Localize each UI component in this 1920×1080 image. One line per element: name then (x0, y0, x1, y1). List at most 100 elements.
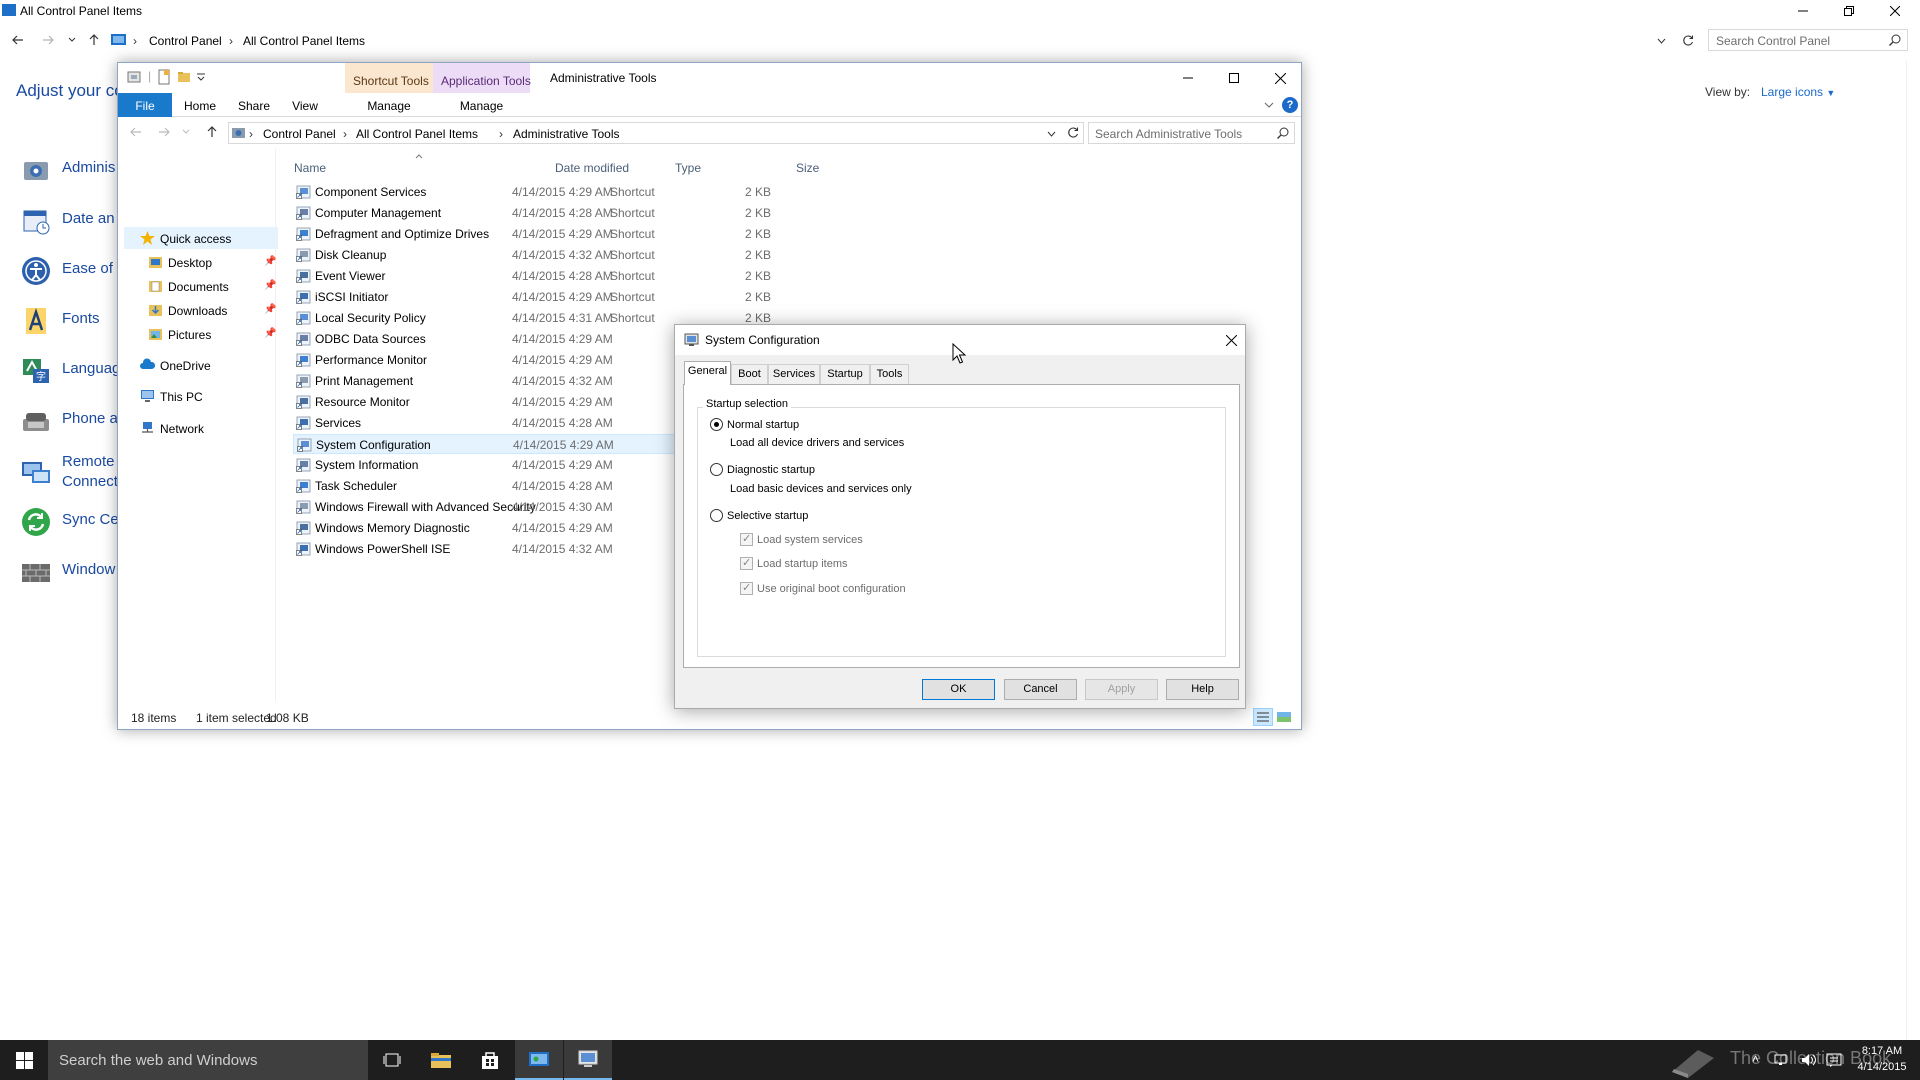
diagnostic-startup-radio[interactable] (710, 463, 723, 476)
nav-desktop[interactable]: Desktop 📌 (148, 253, 276, 273)
chevron-down-icon[interactable] (1657, 37, 1666, 45)
breadcrumb-all-items[interactable]: All Control Panel Items (356, 127, 478, 141)
explorer-maximize-button[interactable] (1211, 63, 1257, 93)
pin-icon[interactable]: 📌 (264, 328, 276, 339)
restore-button[interactable] (1826, 0, 1872, 22)
nav-quick-access[interactable]: Quick access (122, 227, 278, 249)
taskbar-file-explorer[interactable] (417, 1040, 465, 1080)
tab-startup[interactable]: Startup (820, 364, 870, 384)
refresh-icon[interactable] (1682, 35, 1694, 47)
nav-this-pc[interactable]: This PC (140, 387, 276, 407)
use-original-boot-config-checkbox[interactable] (740, 581, 753, 595)
task-view-button[interactable] (368, 1040, 416, 1080)
tab-shortcut-tools[interactable]: Shortcut Tools (345, 63, 433, 93)
selective-startup-label[interactable]: Selective startup (727, 510, 808, 522)
file-row[interactable]: Defragment and Optimize Drives 4/14/2015 … (293, 224, 793, 244)
file-row[interactable]: Computer Management 4/14/2015 4:28 AM Shor… (293, 203, 793, 223)
column-header-date-modified[interactable]: Date modified (555, 161, 629, 175)
load-startup-items-checkbox[interactable] (740, 556, 753, 570)
breadcrumb-all-items[interactable]: All Control Panel Items (243, 34, 365, 48)
nav-pictures[interactable]: Pictures 📌 (148, 325, 276, 345)
forward-button[interactable] (38, 30, 58, 50)
column-header-name[interactable]: Name (294, 161, 326, 175)
control-panel-address-bar[interactable]: › Control Panel › All Control Panel Item… (108, 29, 1694, 51)
explorer-close-button[interactable] (1257, 63, 1303, 93)
taskbar-clock[interactable]: 8:17 AM 4/14/2015 (1850, 1043, 1914, 1075)
file-date: 4/14/2015 4:29 AM (512, 458, 613, 472)
ok-button[interactable]: OK (922, 679, 995, 700)
action-center-icon[interactable] (1826, 1052, 1842, 1068)
column-header-type[interactable]: Type (675, 161, 701, 175)
pin-icon[interactable]: 📌 (264, 280, 276, 291)
taskbar-control-panel[interactable] (515, 1040, 563, 1080)
taskbar-store[interactable] (466, 1040, 514, 1080)
taskbar-system-configuration[interactable] (564, 1040, 612, 1080)
normal-startup-label[interactable]: Normal startup (727, 419, 799, 431)
selective-startup-radio[interactable] (710, 509, 723, 522)
explorer-search-input[interactable]: Search Administrative Tools (1088, 122, 1295, 144)
nav-onedrive[interactable]: OneDrive (140, 356, 276, 376)
taskbar-search-box[interactable]: Search the web and Windows (48, 1040, 368, 1080)
normal-startup-radio[interactable] (710, 418, 723, 431)
help-button[interactable]: Help (1166, 679, 1239, 700)
file-row[interactable]: Disk Cleanup 4/14/2015 4:32 AM Shortcut 2 K… (293, 245, 793, 265)
new-document-icon[interactable] (156, 69, 172, 85)
explorer-up-button[interactable] (202, 122, 222, 142)
network-status-icon[interactable] (1774, 1053, 1790, 1067)
large-icons-view-icon[interactable] (1277, 710, 1291, 724)
new-folder-icon[interactable] (176, 69, 192, 85)
start-button[interactable] (0, 1040, 48, 1080)
cancel-button[interactable]: Cancel (1004, 679, 1077, 700)
breadcrumb-control-panel[interactable]: Control Panel (149, 34, 222, 48)
file-row[interactable]: Event Viewer 4/14/2015 4:28 AM Shortcut 2 K… (293, 266, 793, 286)
tab-view[interactable]: View (280, 93, 330, 117)
tab-application-tools[interactable]: Application Tools (433, 63, 531, 93)
explorer-minimize-button[interactable] (1165, 63, 1211, 93)
tab-home[interactable]: Home (172, 93, 228, 117)
nav-network[interactable]: Network (140, 419, 276, 439)
diagnostic-startup-label[interactable]: Diagnostic startup (727, 464, 815, 476)
tab-boot[interactable]: Boot (731, 364, 768, 384)
tab-share[interactable]: Share (228, 93, 280, 117)
breadcrumb-administrative-tools[interactable]: Administrative Tools (513, 127, 620, 141)
tab-manage-application[interactable]: Manage (433, 93, 530, 117)
refresh-icon[interactable] (1067, 127, 1079, 139)
details-view-icon[interactable] (1253, 708, 1273, 726)
tab-services[interactable]: Services (768, 364, 820, 384)
chevron-down-icon[interactable] (1047, 130, 1056, 138)
column-header-size[interactable]: Size (796, 161, 819, 175)
recent-locations-button[interactable] (62, 30, 82, 50)
view-by-dropdown[interactable]: Large icons ▼ (1761, 85, 1835, 99)
breadcrumb-control-panel[interactable]: Control Panel (263, 127, 336, 141)
nav-downloads[interactable]: Downloads 📌 (148, 301, 276, 321)
file-row[interactable]: Component Services 4/14/2015 4:29 AM Short… (293, 182, 793, 202)
tab-general[interactable]: General (684, 361, 731, 385)
pin-icon[interactable]: 📌 (264, 256, 276, 267)
customize-toolbar-icon[interactable] (196, 72, 206, 82)
load-system-services-checkbox[interactable] (740, 532, 753, 546)
file-size: 2 KB (744, 248, 771, 262)
tab-manage-shortcut[interactable]: Manage (345, 93, 433, 117)
tab-tools[interactable]: Tools (870, 364, 909, 384)
expand-ribbon-icon[interactable] (1264, 101, 1274, 109)
control-panel-search-input[interactable]: Search Control Panel (1708, 29, 1908, 51)
back-button[interactable] (8, 30, 28, 50)
nav-documents[interactable]: Documents 📌 (148, 277, 276, 297)
control-panel-scrollbar[interactable] (1906, 60, 1920, 1040)
properties-icon[interactable] (126, 69, 142, 85)
show-hidden-icons-icon[interactable]: ˄ (1752, 1052, 1759, 1066)
dialog-close-button[interactable] (1216, 325, 1246, 355)
file-row[interactable]: iSCSI Initiator 4/14/2015 4:29 AM Shortcut… (293, 287, 793, 307)
help-icon[interactable]: ? (1282, 97, 1298, 113)
minimize-button[interactable] (1780, 0, 1826, 22)
apply-button[interactable]: Apply (1085, 679, 1158, 700)
tab-file[interactable]: File (118, 93, 172, 117)
explorer-forward-button[interactable] (154, 122, 174, 142)
up-button[interactable] (84, 30, 104, 50)
close-button[interactable] (1872, 0, 1918, 22)
explorer-recent-button[interactable] (176, 122, 196, 142)
explorer-address-bar[interactable]: › Control Panel › All Control Panel Item… (228, 122, 1084, 144)
volume-icon[interactable] (1800, 1052, 1818, 1068)
explorer-back-button[interactable] (126, 122, 146, 142)
pin-icon[interactable]: 📌 (264, 304, 276, 315)
